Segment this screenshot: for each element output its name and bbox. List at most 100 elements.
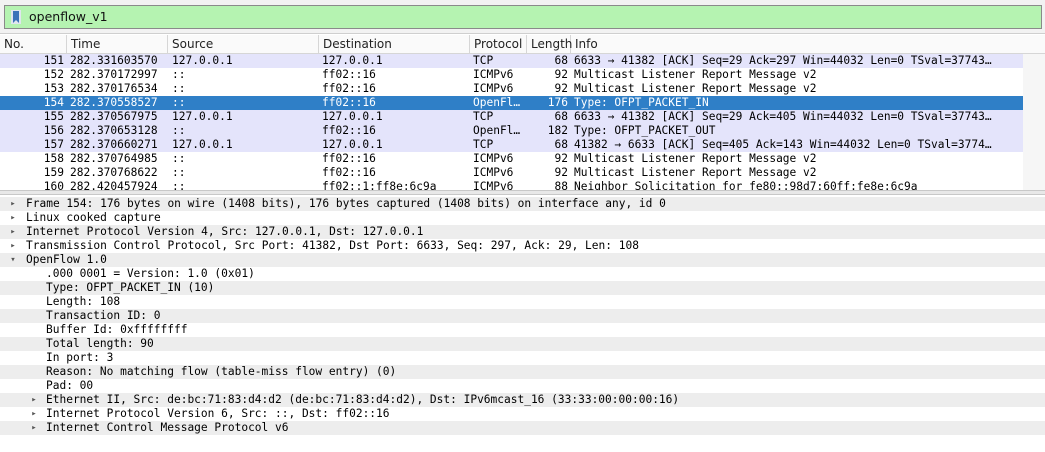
detail-tree-text: Internet Protocol Version 6, Src: ::, Ds… [46, 407, 390, 420]
column-header-destination[interactable]: Destination [319, 35, 470, 53]
detail-tree-item[interactable]: Type: OFPT_PACKET_IN (10) [0, 281, 1045, 295]
packet-row[interactable]: 160 282.420457924:: ff02::1:ff8e:6c9a ICMPv… [0, 180, 1023, 190]
column-header-source[interactable]: Source [168, 35, 319, 53]
cell-time: 282.370764985 [70, 152, 158, 165]
cell-source: :: [172, 96, 186, 109]
cell-destination: ff02::16 [322, 96, 376, 109]
cell-protocol: ICMPv6 [473, 68, 514, 81]
cell-info: Multicast Listener Report Message v2 [574, 152, 817, 165]
cell-source: :: [172, 180, 186, 190]
expand-down-icon[interactable]: ▾ [7, 253, 19, 267]
cell-no: 154 [43, 96, 64, 109]
cell-protocol: TCP [473, 54, 494, 67]
column-header-length[interactable]: Length [527, 35, 572, 53]
cell-destination: ff02::16 [322, 124, 376, 137]
cell-info: Multicast Listener Report Message v2 [574, 82, 817, 95]
detail-tree-item[interactable]: In port: 3 [0, 351, 1045, 365]
packet-row[interactable]: 154 282.370558527:: ff02::16 OpenFl… 176 Type… [0, 96, 1023, 110]
detail-tree-item[interactable]: ▸ Internet Protocol Version 4, Src: 127.0… [0, 225, 1045, 239]
detail-tree-item[interactable]: ▸ Linux cooked capture [0, 211, 1045, 225]
detail-tree-item[interactable]: ▾ OpenFlow 1.0 [0, 253, 1045, 267]
detail-tree-item[interactable]: Reason: No matching flow (table-miss flo… [0, 365, 1045, 379]
cell-info: 6633 → 41382 [ACK] Seq=29 Ack=297 Win=44… [574, 54, 992, 67]
packet-row[interactable]: 155 282.370567975 127.0.0.1 127.0.0.1 TCP 68 6… [0, 110, 1023, 124]
detail-tree-text: Length: 108 [46, 295, 121, 308]
column-header-info[interactable]: Info [571, 35, 1045, 53]
expand-right-icon[interactable]: ▸ [28, 407, 40, 421]
cell-info: Multicast Listener Report Message v2 [574, 68, 817, 81]
cell-protocol: OpenFl… [473, 96, 521, 109]
detail-tree-item[interactable]: ▸ Frame 154: 176 bytes on wire (1408 bits… [0, 197, 1045, 211]
cell-length: 176 [547, 96, 568, 109]
cell-no: 159 [43, 166, 64, 179]
detail-tree-text: .000 0001 = Version: 1.0 (0x01) [46, 267, 255, 280]
cell-protocol: TCP [473, 138, 494, 151]
cell-length: 92 [554, 68, 568, 81]
cell-no: 160 [43, 180, 64, 190]
packet-row[interactable]: 159 282.370768622:: ff02::16 ICMPv6 92 Multic… [0, 166, 1023, 180]
cell-time: 282.370660271 [70, 138, 158, 151]
detail-tree-text: Transmission Control Protocol, Src Port:… [26, 239, 639, 252]
packet-details-tree: ▸ Frame 154: 176 bytes on wire (1408 bits… [0, 195, 1045, 452]
cell-source: :: [172, 68, 186, 81]
column-header-protocol[interactable]: Protocol [470, 35, 527, 53]
detail-tree-text: Buffer Id: 0xffffffff [46, 323, 188, 336]
detail-tree-item[interactable]: Total length: 90 [0, 337, 1045, 351]
packet-row[interactable]: 153 282.370176534:: ff02::16 ICMPv6 92 Multic… [0, 82, 1023, 96]
column-header-time[interactable]: Time [67, 35, 168, 53]
detail-tree-text: OpenFlow 1.0 [26, 253, 107, 266]
detail-tree-item[interactable]: ▸ Internet Protocol Version 6, Src: ::, D… [0, 407, 1045, 421]
detail-tree-text: Transaction ID: 0 [46, 309, 161, 322]
packet-list-scrollbar[interactable] [1023, 54, 1045, 190]
detail-tree-item[interactable]: Pad: 00 [0, 379, 1045, 393]
expand-right-icon[interactable]: ▸ [7, 211, 19, 225]
detail-tree-item[interactable]: ▸ Ethernet II, Src: de:bc:71:83:d4:d2 (de… [0, 393, 1045, 407]
cell-source: 127.0.0.1 [172, 54, 233, 67]
expand-right-icon[interactable]: ▸ [7, 225, 19, 239]
cell-info: 6633 → 41382 [ACK] Seq=29 Ack=405 Win=44… [574, 110, 992, 123]
cell-source: :: [172, 82, 186, 95]
cell-protocol: ICMPv6 [473, 82, 514, 95]
cell-protocol: ICMPv6 [473, 152, 514, 165]
display-filter-input[interactable]: openflow_v1 [4, 5, 1042, 29]
packet-row[interactable]: 156 282.370653128:: ff02::16 OpenFl… 182 Type… [0, 124, 1023, 138]
cell-destination: ff02::16 [322, 152, 376, 165]
detail-tree-item[interactable]: .000 0001 = Version: 1.0 (0x01) [0, 267, 1045, 281]
display-filter-toolbar: openflow_v1 [0, 0, 1045, 34]
cell-no: 157 [43, 138, 64, 151]
detail-tree-item[interactable]: Buffer Id: 0xffffffff [0, 323, 1045, 337]
cell-length: 68 [554, 138, 568, 151]
cell-destination: 127.0.0.1 [322, 138, 383, 151]
detail-tree-text: Pad: 00 [46, 379, 94, 392]
detail-tree-item[interactable]: ▸ Internet Control Message Protocol v6 [0, 421, 1045, 435]
expand-right-icon[interactable]: ▸ [28, 421, 40, 435]
packet-row[interactable]: 152 282.370172997:: ff02::16 ICMPv6 92 Multic… [0, 68, 1023, 82]
detail-tree-item[interactable]: Transaction ID: 0 [0, 309, 1045, 323]
detail-tree-item[interactable]: Length: 108 [0, 295, 1045, 309]
cell-no: 155 [43, 110, 64, 123]
cell-time: 282.370176534 [70, 82, 158, 95]
cell-destination: ff02::16 [322, 68, 376, 81]
column-header-no[interactable]: No. [0, 35, 67, 53]
expand-right-icon[interactable]: ▸ [7, 239, 19, 253]
packet-row[interactable]: 158 282.370764985:: ff02::16 ICMPv6 92 Multic… [0, 152, 1023, 166]
bookmark-icon[interactable] [11, 10, 21, 24]
expand-right-icon[interactable]: ▸ [28, 393, 40, 407]
detail-tree-text: Total length: 90 [46, 337, 154, 350]
detail-tree-item[interactable]: ▸ Transmission Control Protocol, Src Port… [0, 239, 1045, 253]
cell-source: :: [172, 124, 186, 137]
packet-row[interactable]: 151 282.331603570 127.0.0.1 127.0.0.1 TCP 68 6… [0, 54, 1023, 68]
detail-tree-text: In port: 3 [46, 351, 114, 364]
cell-no: 156 [43, 124, 64, 137]
detail-tree-text: Reason: No matching flow (table-miss flo… [46, 365, 397, 378]
expand-right-icon[interactable]: ▸ [7, 197, 19, 211]
cell-destination: ff02::1:ff8e:6c9a [322, 180, 437, 190]
cell-source: 127.0.0.1 [172, 110, 233, 123]
cell-source: :: [172, 152, 186, 165]
cell-info: Neighbor Solicitation for fe80::98d7:60f… [574, 180, 918, 190]
cell-time: 282.370653128 [70, 124, 158, 137]
packet-list: 151 282.331603570 127.0.0.1 127.0.0.1 TCP 68 6… [0, 54, 1045, 190]
packet-row[interactable]: 157 282.370660271 127.0.0.1 127.0.0.1 TCP 68 4… [0, 138, 1023, 152]
cell-protocol: OpenFl… [473, 124, 521, 137]
display-filter-text: openflow_v1 [29, 9, 108, 24]
